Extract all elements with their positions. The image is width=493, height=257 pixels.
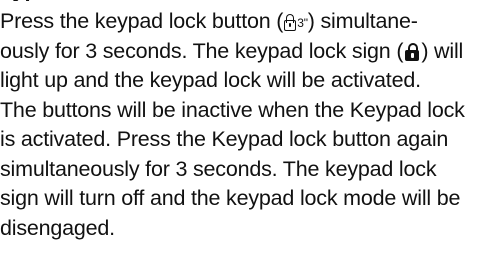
paragraph-line-6: simultaneously for 3 seconds. The keypad… [0, 156, 437, 181]
paragraph-line-1: Press the keypad lock button ( 3") simult… [0, 7, 465, 37]
lock-outline-icon [284, 14, 297, 31]
lock-filled-icon [404, 42, 420, 61]
paragraph-line-3: light up and the keypad lock will be act… [0, 68, 421, 92]
paragraph-line-8: disengaged. [0, 215, 115, 240]
paragraph-line-5: is activated. Press the Keypad lock butt… [0, 127, 449, 151]
line-1-text-b: ) simultane- [307, 9, 418, 33]
instruction-paragraph: Press the keypad lock button ( 3") simult… [0, 7, 465, 243]
paragraph-line-7: sign will turn off and the keypad lock m… [0, 186, 461, 210]
paragraph-line-4: The buttons will be inactive when the Ke… [0, 97, 465, 122]
section-heading-cut: eypad [0, 0, 64, 1]
line-2-text-b: ) will [421, 38, 464, 63]
paragraph-line-2: ously for 3 seconds. The keypad lock sig… [0, 37, 465, 67]
line-1-text-a: Press the keypad lock button ( [0, 9, 284, 33]
line-2-text-a: ously for 3 seconds. The keypad lock sig… [0, 38, 404, 63]
section-heading: eypad [0, 0, 64, 1]
lock-button-label: 3" [297, 16, 308, 30]
